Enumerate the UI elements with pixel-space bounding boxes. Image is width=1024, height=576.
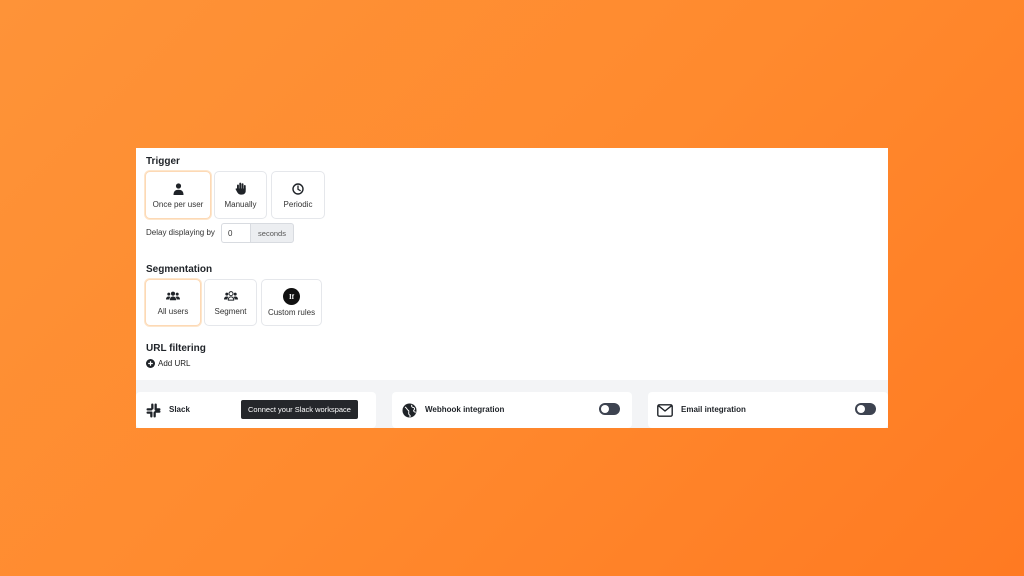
connect-slack-button[interactable]: Connect your Slack workspace (241, 400, 358, 419)
toggle-knob (857, 405, 865, 413)
add-url-button[interactable]: Add URL (146, 359, 190, 368)
slack-icon (145, 402, 161, 418)
trigger-periodic[interactable]: Periodic (271, 171, 325, 219)
trigger-title: Trigger (146, 156, 180, 167)
envelope-icon (657, 402, 673, 418)
webhook-title: Webhook integration (425, 405, 505, 414)
user-icon (171, 182, 185, 196)
segmentation-option-label: Segment (214, 307, 247, 316)
trigger-option-label: Manually (224, 199, 257, 209)
delay-unit-addon: seconds (250, 223, 294, 243)
campaign-settings-panel: Trigger Once per user Manually Periodic … (136, 148, 888, 428)
trigger-option-label: Periodic (283, 199, 313, 209)
segmentation-title: Segmentation (146, 264, 213, 275)
url-filtering-title: URL filtering (146, 343, 206, 354)
webhook-integration-card: Webhook integration (392, 392, 632, 428)
slack-integration-card: Slack Connect your Slack workspace (136, 392, 376, 428)
if-icon: If (283, 288, 300, 305)
slack-title: Slack (169, 405, 190, 414)
segment-custom-rules[interactable]: If Custom rules (261, 279, 322, 326)
plus-circle-icon (146, 359, 155, 368)
delay-label: Delay displaying by (146, 228, 215, 237)
segment-all-users[interactable]: All users (145, 279, 201, 326)
trigger-option-label: Once per user (152, 199, 204, 209)
email-title: Email integration (681, 405, 746, 414)
trigger-manually[interactable]: Manually (214, 171, 267, 219)
trigger-once-per-user[interactable]: Once per user (145, 171, 211, 219)
delay-seconds-input[interactable] (221, 223, 251, 243)
users-segment-icon (223, 289, 238, 303)
hand-icon (234, 182, 248, 196)
email-integration-card: Email integration (648, 392, 888, 428)
display-settings: Trigger Once per user Manually Periodic … (136, 148, 888, 380)
email-toggle[interactable] (855, 403, 876, 415)
toggle-knob (601, 405, 609, 413)
add-url-label: Add URL (158, 359, 191, 368)
webhook-toggle[interactable] (599, 403, 620, 415)
segmentation-option-label: Custom rules (267, 308, 316, 317)
segment-segment[interactable]: Segment (204, 279, 257, 326)
users-icon (166, 289, 180, 303)
clock-icon (291, 182, 305, 196)
if-icon-text: If (288, 292, 295, 301)
globe-icon (401, 402, 417, 418)
segmentation-option-label: All users (157, 307, 189, 316)
